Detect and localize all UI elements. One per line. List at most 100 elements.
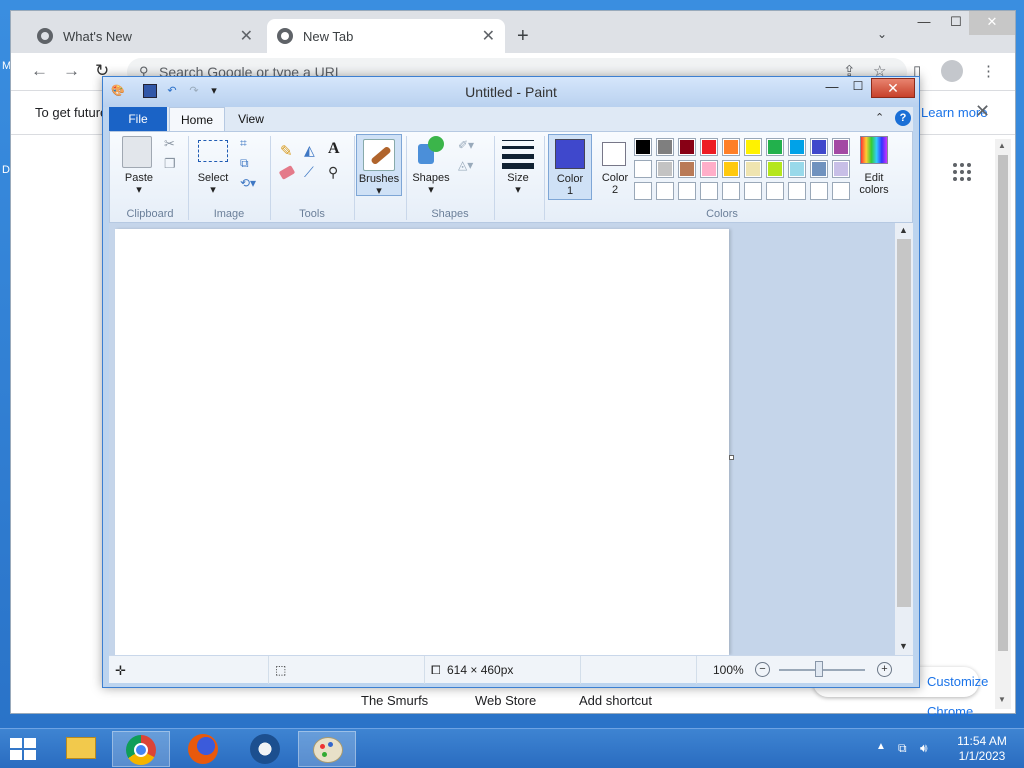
size-dropdown-icon[interactable]: ▾ (511, 184, 525, 196)
color-picker-icon[interactable]: ⟋ (304, 164, 314, 181)
scroll-up-icon[interactable]: ▲ (998, 141, 1006, 150)
paste-button[interactable]: Paste (116, 172, 162, 184)
palette-swatch[interactable] (678, 138, 696, 156)
infobar-close-icon[interactable]: ✕ (975, 101, 990, 122)
palette-swatch[interactable] (766, 182, 784, 200)
pencil-icon[interactable]: ✎ (280, 142, 293, 160)
fill-icon[interactable]: ◬▾ (458, 158, 473, 172)
tab-view[interactable]: View (229, 107, 273, 131)
paste-clipboard-icon[interactable] (122, 136, 152, 168)
color2-button[interactable]: Color 2 (594, 134, 636, 200)
palette-swatch[interactable] (656, 138, 674, 156)
palette-swatch[interactable] (788, 138, 806, 156)
paint-maximize-button[interactable]: ☐ (845, 79, 871, 97)
minimize-ribbon-chevron-icon[interactable]: ⌃ (875, 111, 884, 124)
cut-icon[interactable]: ✂ (164, 136, 175, 152)
palette-swatch[interactable] (700, 160, 718, 178)
copy-icon[interactable]: ❐ (164, 156, 176, 172)
taskbar-firefox[interactable] (174, 731, 232, 767)
palette-swatch[interactable] (832, 138, 850, 156)
shapes-button[interactable]: Shapes (408, 172, 454, 184)
shortcut-web-store[interactable]: Web Store (475, 693, 536, 708)
scroll-down-icon[interactable]: ▼ (998, 695, 1006, 704)
close-button[interactable]: ✕ (969, 11, 1015, 35)
palette-swatch[interactable] (634, 182, 652, 200)
palette-swatch[interactable] (744, 138, 762, 156)
palette-swatch[interactable] (678, 160, 696, 178)
shapes-dropdown-icon[interactable]: ▾ (424, 184, 438, 196)
tab-file[interactable]: File (109, 107, 167, 131)
palette-swatch[interactable] (634, 160, 652, 178)
zoom-slider-thumb[interactable] (815, 661, 823, 677)
edit-colors-button[interactable]: Edit colors (850, 172, 898, 196)
paint-titlebar[interactable]: 🎨 ↶ ↷ ▾ Untitled - Paint — ☐ ✕ (103, 77, 919, 107)
palette-swatch[interactable] (832, 182, 850, 200)
taskbar-paint[interactable] (298, 731, 356, 767)
palette-swatch[interactable] (722, 160, 740, 178)
canvas-resize-handle[interactable] (729, 455, 734, 460)
google-apps-icon[interactable] (953, 163, 971, 181)
show-hidden-icons-icon[interactable]: ▲ (876, 741, 886, 752)
palette-swatch[interactable] (788, 182, 806, 200)
profile-avatar-icon[interactable] (941, 60, 963, 82)
tab-search-chevron-icon[interactable]: ⌄ (877, 27, 887, 41)
crop-icon[interactable]: ⌗ (240, 136, 247, 151)
palette-swatch[interactable] (810, 138, 828, 156)
drawing-canvas[interactable] (115, 229, 729, 655)
palette-swatch[interactable] (700, 182, 718, 200)
network-icon[interactable]: ⧉ (898, 741, 907, 756)
outline-icon[interactable]: ✐▾ (458, 138, 474, 152)
shortcut-the-smurfs[interactable]: The Smurfs (361, 693, 428, 708)
new-tab-button[interactable]: + (517, 25, 529, 48)
paint-scrollbar-thumb[interactable] (897, 239, 911, 607)
palette-swatch[interactable] (656, 182, 674, 200)
taskbar-clock[interactable]: 11:54 AM 1/1/2023 (944, 734, 1020, 764)
palette-swatch[interactable] (788, 160, 806, 178)
paint-minimize-button[interactable]: — (819, 79, 845, 97)
tab-new-tab[interactable]: New Tab ✕ (267, 19, 505, 53)
menu-kebab-icon[interactable]: ⋮ (981, 62, 996, 80)
rainbow-icon[interactable] (860, 136, 888, 164)
text-tool-icon[interactable]: A (328, 140, 340, 158)
palette-swatch[interactable] (810, 182, 828, 200)
brushes-button[interactable]: Brushes ▾ (356, 134, 402, 197)
paint-close-button[interactable]: ✕ (871, 78, 915, 98)
eraser-icon[interactable] (278, 165, 296, 180)
rotate-icon[interactable]: ⟲▾ (240, 176, 256, 190)
tab-home[interactable]: Home (169, 107, 225, 131)
color1-button[interactable]: Color 1 (548, 134, 592, 200)
page-scrollbar[interactable]: ▲ ▼ (995, 139, 1011, 709)
fill-bucket-icon[interactable]: ◭ (304, 142, 315, 159)
minimize-button[interactable]: — (907, 11, 941, 35)
palette-swatch[interactable] (832, 160, 850, 178)
scroll-up-icon[interactable]: ▲ (899, 225, 908, 235)
maximize-button[interactable]: ☐ (939, 11, 973, 35)
size-button[interactable]: Size (496, 172, 540, 184)
resize-icon[interactable]: ⧉ (240, 156, 249, 171)
palette-swatch[interactable] (722, 138, 740, 156)
tab-whats-new[interactable]: What's New ✕ (27, 19, 263, 53)
palette-swatch[interactable] (744, 182, 762, 200)
shapes-gallery-icon[interactable] (416, 136, 446, 166)
volume-icon[interactable]: 🔊︎ (920, 741, 928, 756)
size-lines-icon[interactable] (502, 140, 534, 169)
palette-swatch[interactable] (700, 138, 718, 156)
taskbar-thunderbird[interactable] (236, 731, 294, 767)
shortcut-add[interactable]: Add shortcut (579, 693, 652, 708)
zoom-in-icon[interactable]: + (877, 662, 892, 677)
taskbar-file-explorer[interactable] (52, 731, 110, 767)
palette-swatch[interactable] (744, 160, 762, 178)
select-dropdown-icon[interactable]: ▾ (206, 184, 220, 196)
palette-swatch[interactable] (634, 138, 652, 156)
select-button[interactable]: Select (190, 172, 236, 184)
zoom-out-icon[interactable]: − (755, 662, 770, 677)
paint-scrollbar[interactable]: ▲ ▼ (895, 223, 913, 655)
palette-swatch[interactable] (766, 138, 784, 156)
magnifier-icon[interactable]: ⚲ (328, 164, 338, 181)
palette-swatch[interactable] (656, 160, 674, 178)
palette-swatch[interactable] (810, 160, 828, 178)
help-icon[interactable]: ? (895, 110, 911, 126)
taskbar-chrome[interactable] (112, 731, 170, 767)
tab-close-icon[interactable]: ✕ (482, 26, 495, 46)
palette-swatch[interactable] (678, 182, 696, 200)
